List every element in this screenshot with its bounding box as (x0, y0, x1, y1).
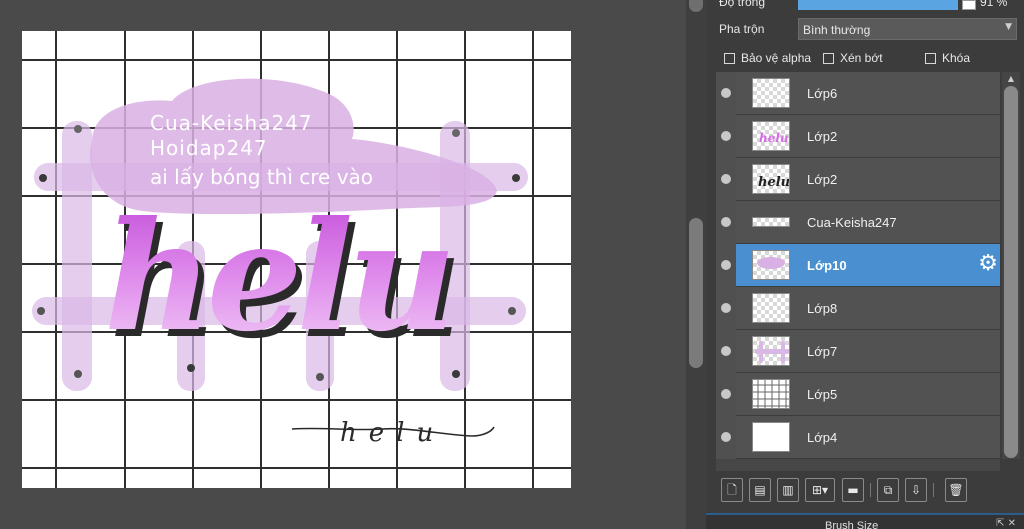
clipping-checkbox[interactable]: Xén bớt (823, 48, 883, 68)
layer-scrollbar-thumb[interactable] (1004, 86, 1018, 458)
cloud-line-1: Cua-Keisha247 (150, 111, 313, 135)
layer-thumbnail (752, 379, 790, 409)
protect-alpha-label: Bảo vệ alpha (741, 51, 812, 65)
brush-size-title: Brush Size (825, 520, 879, 529)
layer-options: Bảo vệ alpha Xén bớt Khóa (706, 48, 1024, 68)
folder-icon[interactable]: ▬ (842, 478, 864, 502)
layer-thumbnail (752, 422, 790, 452)
layer-thumbnail (752, 217, 790, 227)
layer-name: Lớp4 (807, 430, 838, 445)
main-word: helu helu (104, 189, 463, 372)
drawing-canvas[interactable]: Cua-Keisha247 Hoidap247 ai lấy bóng thì … (22, 31, 571, 488)
opacity-slider-handle[interactable] (962, 0, 976, 10)
lock-label: Khóa (942, 51, 971, 65)
eye-icon[interactable] (721, 346, 731, 356)
layer-thumbnail (752, 336, 790, 366)
eye-icon[interactable] (721, 131, 731, 141)
layer-name: Lớp8 (807, 301, 838, 316)
eye-icon[interactable] (721, 88, 731, 98)
opacity-row: Độ trong 91 % (706, 0, 1024, 14)
artwork: Cua-Keisha247 Hoidap247 ai lấy bóng thì … (22, 31, 571, 488)
eye-icon[interactable] (721, 260, 731, 270)
layer-row[interactable]: Lớp5 (716, 373, 1000, 416)
opacity-label: Độ trong (719, 0, 766, 9)
thumbnail-text: helu (758, 175, 790, 190)
layer-name: Lớp5 (807, 387, 838, 402)
layers-panel: Độ trong 91 % Pha trộn Bình thường ▼ Bảo… (706, 0, 1024, 529)
layer-row[interactable]: Cua-Keisha247 (716, 201, 1000, 244)
main-word-fill: helu (104, 189, 451, 365)
brush-size-panel-header[interactable]: Brush Size ⇱ ✕ (706, 513, 1024, 529)
layer-thumbnail: helu (752, 121, 790, 151)
thumbnail-text: helu (759, 131, 789, 145)
gear-icon[interactable]: ⚙ (978, 253, 998, 275)
toolbar-divider (933, 483, 934, 497)
duplicate-layer-icon[interactable]: ⧉ (877, 478, 899, 502)
blend-mode-value: Bình thường (803, 23, 871, 37)
eye-icon[interactable] (721, 303, 731, 313)
blend-mode-select[interactable]: Bình thường ▼ (798, 18, 1017, 40)
layer-row[interactable]: Lớp8 (716, 287, 1000, 330)
layer-name: Lớp10 (807, 258, 847, 273)
layer-row[interactable]: Lớp6 (716, 72, 1000, 115)
layer-list-footer (716, 459, 1000, 471)
canvas-scrollbar-thumb[interactable] (689, 218, 703, 368)
cloud-line-3: ai lấy bóng thì cre vào (150, 165, 373, 189)
checkbox-icon (724, 52, 735, 64)
checkbox-icon (823, 52, 834, 64)
layer-thumbnail (752, 293, 790, 323)
layer-name: Lớp2 (807, 172, 838, 187)
eye-icon[interactable] (721, 389, 731, 399)
layer-name: Lớp7 (807, 344, 838, 359)
blend-label: Pha trộn (719, 22, 765, 36)
chevron-down-icon: ▼ (1005, 22, 1012, 32)
layer-thumbnail (752, 78, 790, 108)
opacity-slider[interactable] (798, 0, 959, 10)
scroll-up-icon[interactable]: ▲ (1002, 72, 1020, 86)
new-layer-icon[interactable]: 🗋 (721, 478, 743, 502)
layer-list[interactable]: Lớp6 helu Lớp2 helu Lớp2 Cua-Keisha247 L… (716, 72, 1000, 459)
protect-alpha-checkbox[interactable]: Bảo vệ alpha (724, 48, 811, 68)
new-1bit-layer-icon[interactable]: ▥ (777, 478, 799, 502)
eye-icon[interactable] (721, 432, 731, 442)
panel-expand-close-icons[interactable]: ⇱ ✕ (996, 518, 1016, 529)
trash-icon[interactable]: 🗑 (945, 478, 967, 502)
merge-down-icon[interactable]: ⇩ (905, 478, 927, 502)
cloud-line-2: Hoidap247 (150, 136, 268, 160)
layer-name: Cua-Keisha247 (807, 215, 897, 230)
new-8bit-layer-icon[interactable]: ▤ (749, 478, 771, 502)
opacity-value: 91 % (980, 0, 1008, 9)
layer-toolbar: 🗋 ▤ ▥ ⊞▾ ▬ ⧉ ⇩ 🗑 (716, 476, 1020, 506)
eye-icon[interactable] (721, 174, 731, 184)
lock-checkbox[interactable]: Khóa (925, 48, 970, 68)
layer-name: Lớp2 (807, 129, 838, 144)
layer-thumbnail (752, 250, 790, 280)
layer-row-selected[interactable]: Lớp10 ⚙ (716, 244, 1000, 287)
canvas-workspace: Cua-Keisha247 Hoidap247 ai lấy bóng thì … (0, 0, 686, 529)
layer-row[interactable]: helu Lớp2 (716, 115, 1000, 158)
layer-thumbnail: helu (752, 164, 790, 194)
layer-row[interactable]: Lớp4 (716, 416, 1000, 459)
clipping-label: Xén bớt (840, 51, 883, 65)
layer-row[interactable]: Lớp7 (716, 330, 1000, 373)
toolbar-divider (870, 483, 871, 497)
add-layer-menu-icon[interactable]: ⊞▾ (805, 478, 835, 502)
eye-icon[interactable] (721, 217, 731, 227)
layer-name: Lớp6 (807, 86, 838, 101)
signature-word: helu (340, 418, 445, 448)
layer-row[interactable]: helu Lớp2 (716, 158, 1000, 201)
checkbox-icon (925, 52, 936, 64)
